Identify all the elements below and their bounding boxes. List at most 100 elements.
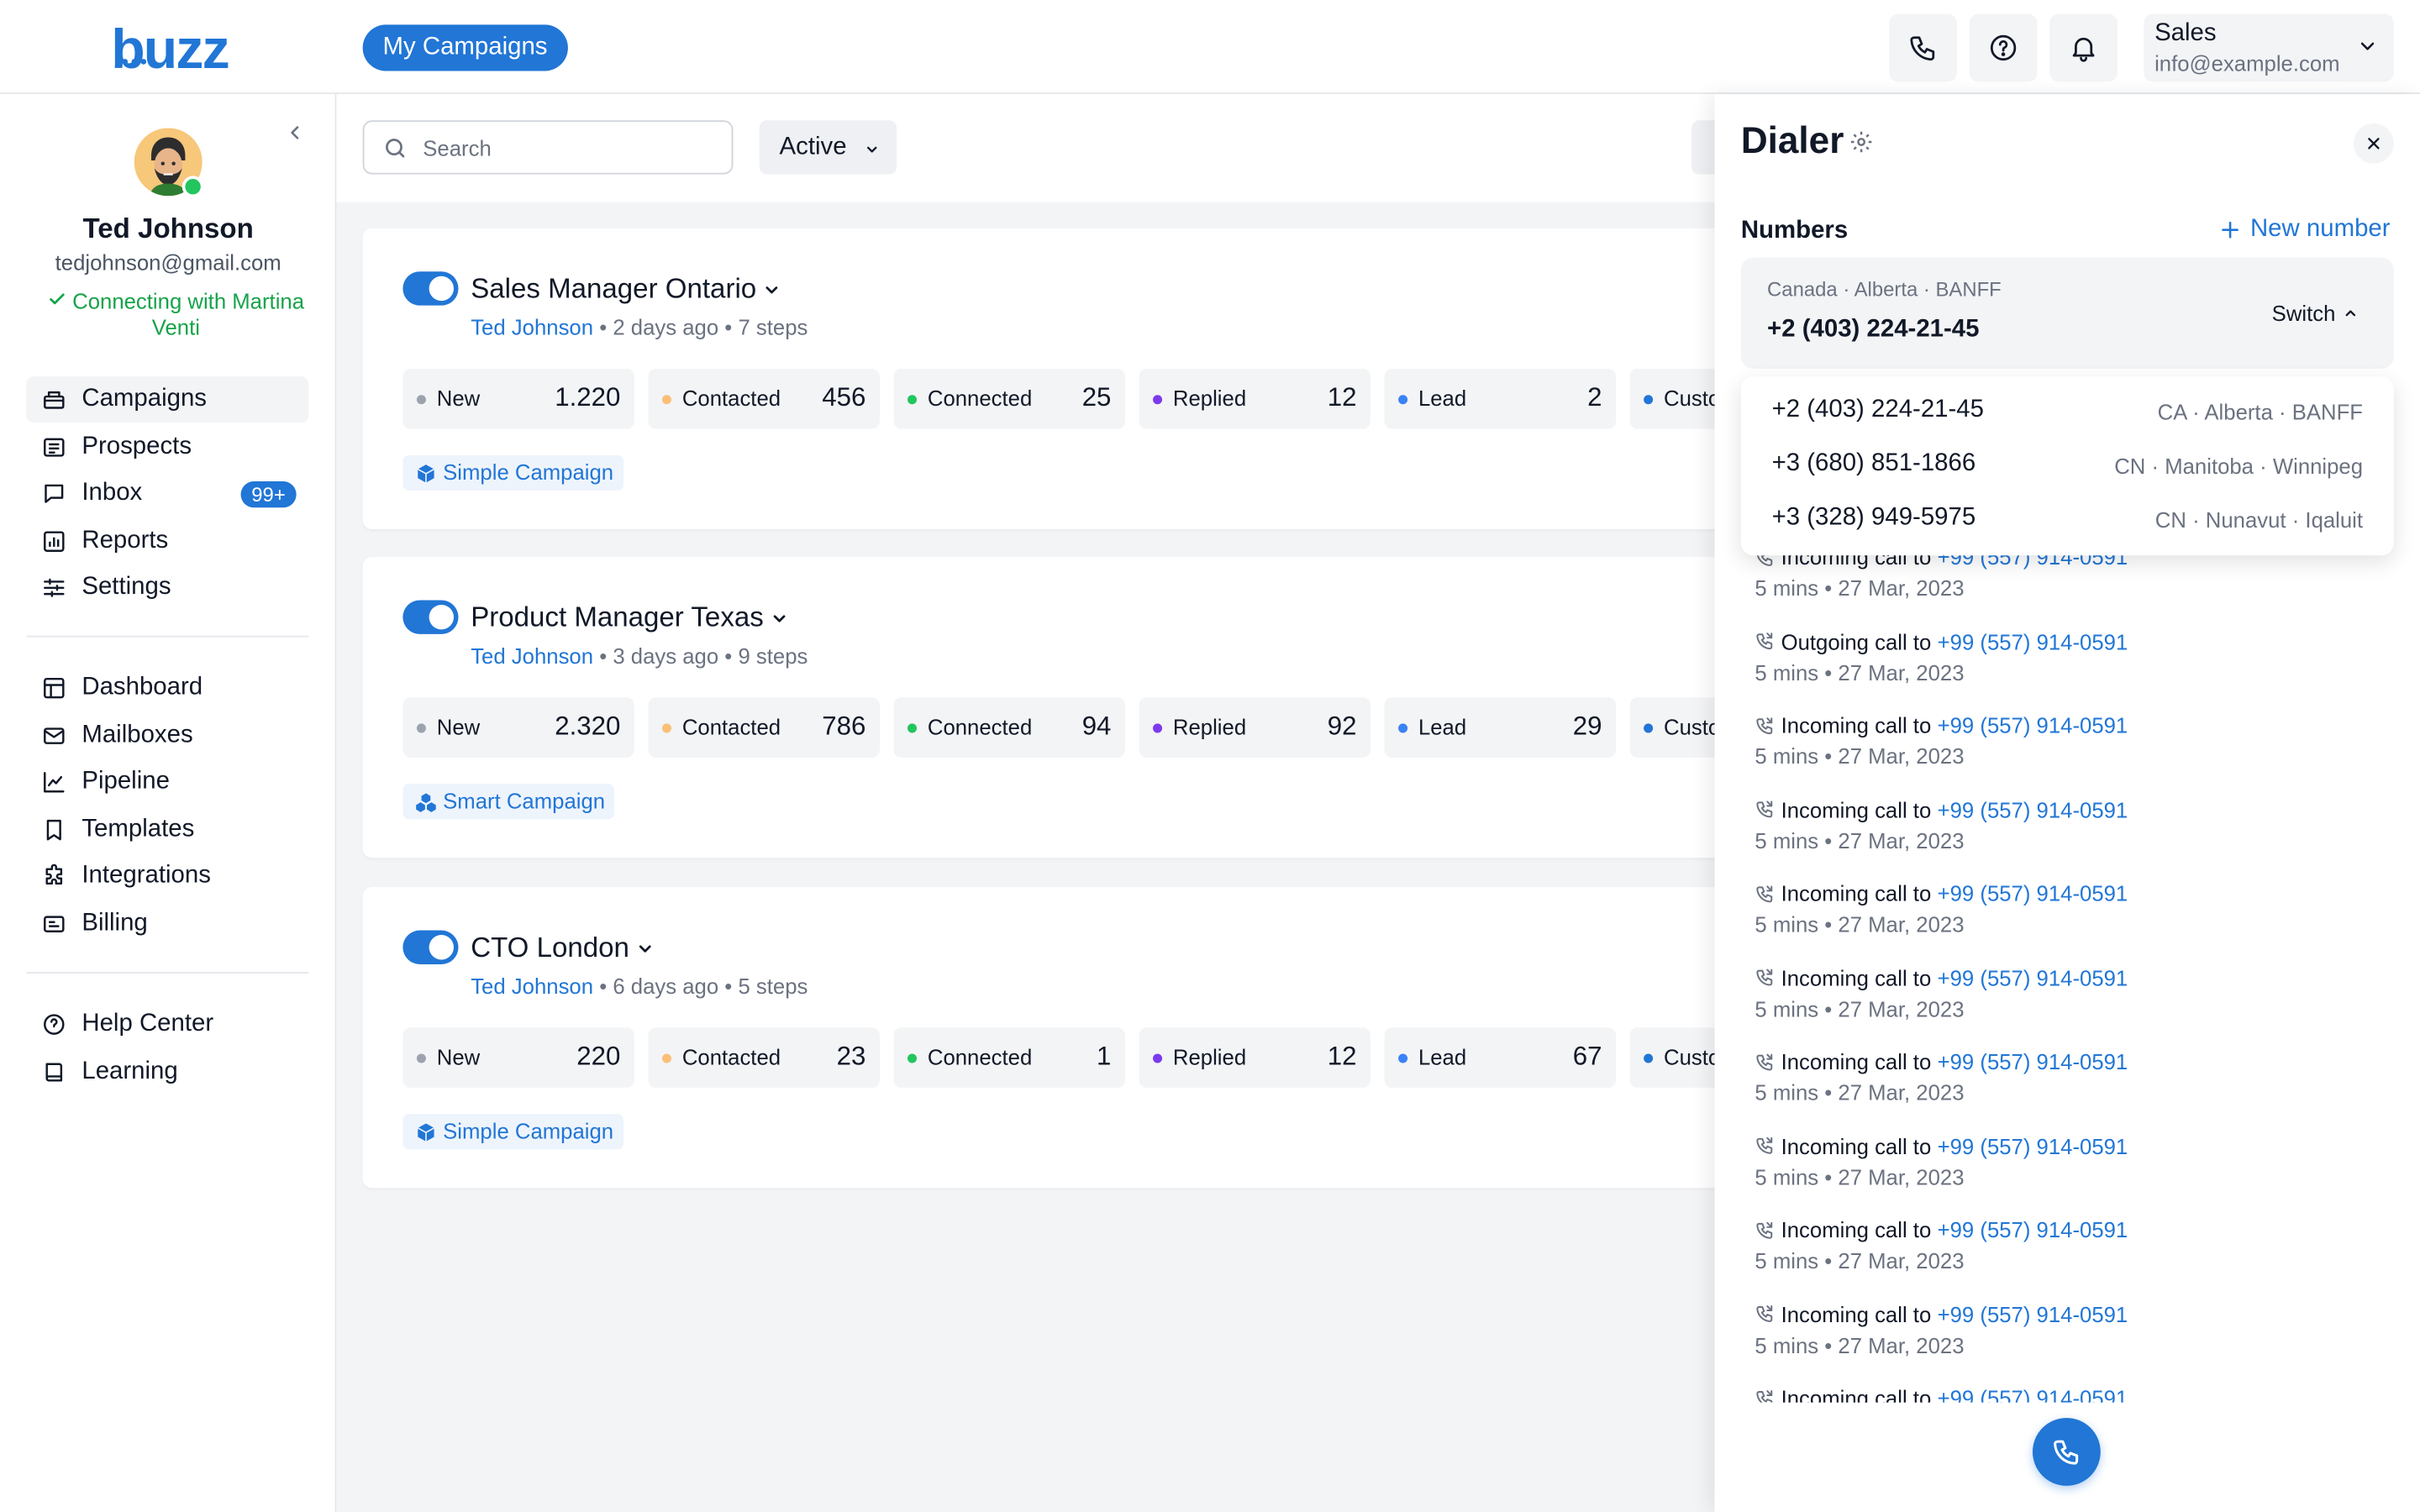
tab-my-campaigns[interactable]: My Campaigns	[362, 24, 568, 71]
call-direction-icon	[1756, 1389, 1773, 1403]
notifications-button[interactable]	[2049, 13, 2118, 82]
status-dot	[1644, 395, 1654, 405]
call-description: Incoming call to +99 (557) 914-0591	[1754, 1215, 2420, 1246]
campaign-active-toggle[interactable]	[402, 271, 459, 306]
search-input[interactable]	[423, 132, 717, 164]
stat-new[interactable]: New 1.220	[402, 368, 634, 429]
trend-icon	[44, 771, 65, 793]
call-number-link[interactable]: +99 (557) 914-0591	[1938, 713, 2128, 738]
sidebar-item-settings[interactable]: Settings	[26, 564, 308, 611]
stat-replied[interactable]: Replied 12	[1139, 368, 1371, 429]
phone-icon	[1910, 36, 1935, 61]
call-number-link[interactable]: +99 (557) 914-0591	[1938, 1301, 2128, 1326]
collapse-sidebar-icon[interactable]	[284, 122, 306, 144]
call-time: 5 mins • 27 Mar, 2023	[1754, 1247, 1965, 1273]
account-email: info@example.com	[2154, 50, 2340, 76]
number-option[interactable]: +3 (680) 851-1866 CN · Manitoba · Winnipe…	[1772, 438, 2363, 491]
number-option[interactable]: +2 (403) 224-21-45 CA · Alberta · BANFF	[1772, 384, 2363, 436]
stat-lead[interactable]: Lead 29	[1384, 697, 1617, 758]
call-history-item[interactable]: Incoming call to+99 (557) 914-05915 mins…	[1715, 1046, 2420, 1130]
stat-contacted[interactable]: Contacted 456	[648, 368, 880, 429]
sidebar-item-billing[interactable]: Billing	[26, 900, 308, 947]
call-time: 5 mins • 27 Mar, 2023	[1754, 659, 1965, 685]
call-number-link[interactable]: +99 (557) 914-0591	[1938, 881, 2128, 906]
help-button[interactable]	[1969, 13, 2038, 82]
sidebar: Ted Johnson tedjohnson@gmail.com Connect…	[0, 94, 337, 1512]
help-circle-icon	[1990, 34, 2017, 61]
call-number-link[interactable]: +99 (557) 914-0591	[1938, 1385, 2128, 1402]
call-type: Incoming call to	[1781, 796, 1932, 822]
chevron-up-icon	[2346, 310, 2356, 317]
call-history-item[interactable]: Outgoing call to +99 (557) 914-0591 5 mins…	[1715, 626, 2420, 710]
online-status-dot	[182, 176, 204, 198]
stat-replied[interactable]: Replied 92	[1139, 697, 1371, 758]
user-status: Connecting with Martina Venti	[37, 288, 315, 340]
sidebar-item-reports[interactable]: Reports	[26, 517, 308, 564]
call-history-item[interactable]: Incoming call to+99 (557) 914-05915 mins…	[1715, 878, 2420, 962]
call-number-link[interactable]: +99 (557) 914-0591	[1938, 965, 2128, 990]
stat-new[interactable]: New 2.320	[402, 697, 634, 758]
gear-icon[interactable]	[1849, 129, 1873, 154]
sidebar-item-prospects[interactable]: Prospects	[26, 423, 308, 470]
status-dot	[1153, 1053, 1163, 1063]
current-number-card: Canada · Alberta · BANFF +2 (403) 224-21…	[1740, 257, 2394, 369]
campaign-title[interactable]: Sales Manager Ontario	[471, 271, 781, 305]
campaign-title[interactable]: Product Manager Texas	[471, 600, 788, 633]
sidebar-item-templates[interactable]: Templates	[26, 806, 308, 853]
status-filter-select[interactable]: Active	[759, 120, 897, 175]
stat-new[interactable]: New 220	[402, 1027, 634, 1088]
call-history-item[interactable]: Incoming call to+99 (557) 914-05915 mins…	[1715, 1299, 2420, 1383]
call-history-item[interactable]: Incoming call to+99 (557) 914-05915 mins…	[1715, 710, 2420, 794]
call-history-item[interactable]: Incoming call to+99 (557) 914-05915 mins…	[1715, 962, 2420, 1046]
sidebar-item-campaigns[interactable]: Campaigns	[26, 376, 309, 423]
stat-connected[interactable]: Connected 1	[893, 1027, 1125, 1088]
sidebar-item-inbox[interactable]: Inbox 99+	[26, 470, 308, 517]
sidebar-item-pipeline[interactable]: Pipeline	[26, 759, 308, 806]
new-number-button[interactable]: New number	[2219, 216, 2391, 244]
stat-contacted[interactable]: Contacted 23	[648, 1027, 880, 1088]
stat-replied[interactable]: Replied 12	[1139, 1027, 1371, 1088]
campaign-owner-link[interactable]: Ted Johnson	[471, 315, 593, 339]
sidebar-item-help-center[interactable]: Help Center	[26, 1001, 308, 1047]
sidebar-item-mailboxes[interactable]: Mailboxes	[26, 712, 308, 759]
campaign-card: Sales Manager Ontario Ted Johnson • 2 da…	[362, 228, 1862, 530]
stat-lead[interactable]: Lead 67	[1384, 1027, 1617, 1088]
sidebar-item-learning[interactable]: Learning	[26, 1048, 308, 1095]
call-number-link[interactable]: +99 (557) 914-0591	[1938, 1133, 2128, 1158]
campaign-meta: Ted Johnson • 6 days ago • 5 steps	[471, 973, 808, 999]
number-option[interactable]: +3 (328) 949-5975 CN · Nunavut · Iqaluit	[1772, 492, 2363, 544]
search-box[interactable]	[362, 120, 734, 175]
stat-lead[interactable]: Lead 2	[1384, 368, 1617, 429]
call-number-link[interactable]: +99 (557) 914-0591	[1938, 628, 2128, 653]
logo-chat-icon	[122, 59, 147, 65]
phone-button[interactable]	[1889, 13, 1957, 82]
account-switcher[interactable]: Sales info@example.com	[2144, 13, 2394, 82]
stat-contacted[interactable]: Contacted 786	[648, 697, 880, 758]
campaign-owner-link[interactable]: Ted Johnson	[471, 974, 593, 998]
call-number-link[interactable]: +99 (557) 914-0591	[1938, 797, 2128, 822]
call-type: Incoming call to	[1781, 1217, 1932, 1242]
call-history-item[interactable]: Incoming call to+99 (557) 914-05915 mins…	[1715, 1215, 2420, 1299]
sidebar-item-integrations[interactable]: Integrations	[26, 853, 308, 900]
call-history-item[interactable]: Incoming call to+99 (557) 914-05915 mins…	[1715, 794, 2420, 878]
call-history-item[interactable]: Incoming call to+99 (557) 914-05915 mins…	[1715, 1383, 2420, 1403]
megaphone-icon	[44, 391, 65, 409]
sidebar-item-dashboard[interactable]: Dashboard	[26, 665, 308, 711]
campaign-active-toggle[interactable]	[402, 600, 459, 634]
campaign-title[interactable]: CTO London	[471, 931, 654, 964]
call-number-link[interactable]: +99 (557) 914-0591	[1938, 1217, 2128, 1242]
call-history-item[interactable]: Incoming call to+99 (557) 914-05915 mins…	[1715, 1130, 2420, 1214]
campaign-active-toggle[interactable]	[402, 930, 459, 964]
call-time: 5 mins • 27 Mar, 2023	[1754, 995, 1965, 1021]
plus-icon	[2222, 221, 2238, 239]
campaign-owner-link[interactable]: Ted Johnson	[471, 643, 593, 668]
sidebar-item-label: Billing	[82, 909, 148, 936]
status-dot	[1398, 723, 1408, 733]
call-number-link[interactable]: +99 (557) 914-0591	[1938, 1049, 2128, 1074]
close-dialer-button[interactable]	[2354, 123, 2394, 164]
switch-number-button[interactable]: Switch	[2272, 301, 2359, 326]
stat-connected[interactable]: Connected 94	[893, 697, 1125, 758]
call-button[interactable]	[2032, 1417, 2101, 1486]
stat-connected[interactable]: Connected 25	[893, 368, 1125, 429]
campaign-stats: New 1.220 Contacted 456 Connected 25 Replie…	[402, 368, 1862, 429]
